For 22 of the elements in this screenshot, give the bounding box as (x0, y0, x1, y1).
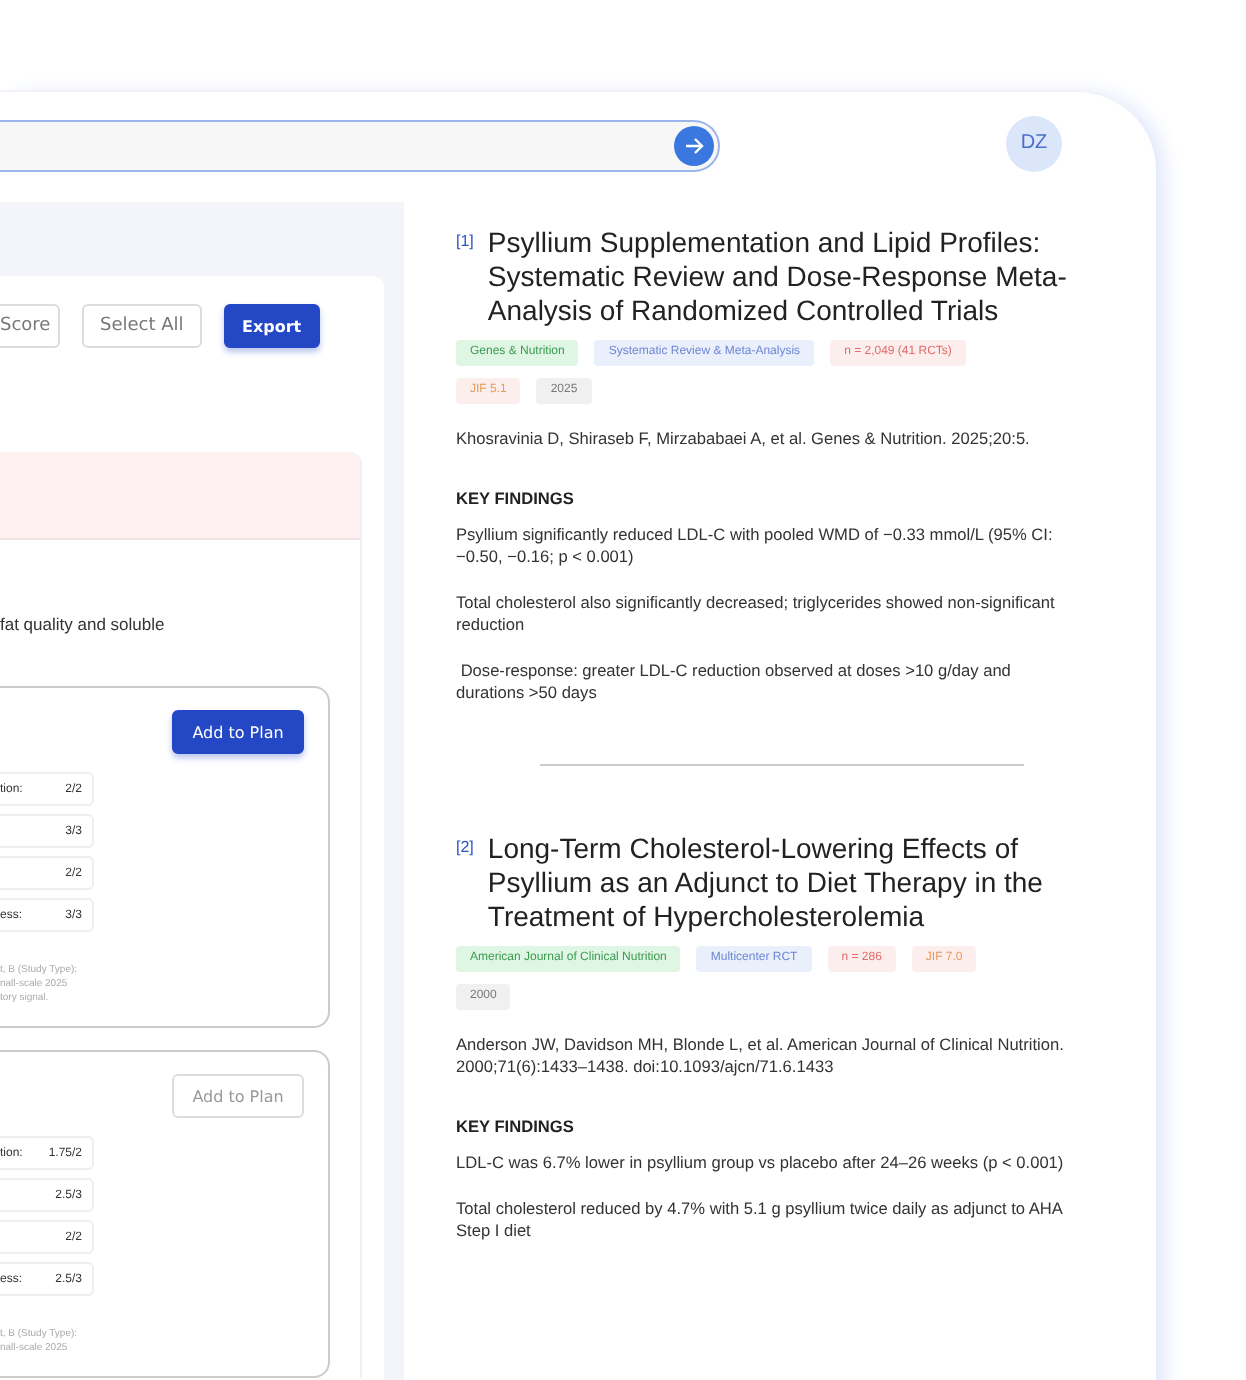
toolbar-button[interactable]: Select All (82, 304, 202, 348)
finding-text: Psyllium significantly reduced LDL-C with pooled WMD of −0.33 mmol/L (95% CI: −0.50, −0.16; p < 0.001) (456, 524, 1055, 568)
finding-text: Total cholesterol reduced by 4.7% with 5.1 g psyllium twice daily as adjunct to AHA Step I diet (456, 1198, 1065, 1242)
finding-text: LDL-C was 6.7% lower in psyllium group vs placebo after 24–26 weeks (p < 0.001) (456, 1152, 1066, 1174)
user-avatar[interactable]: DZ (1006, 115, 1062, 171)
arrow-right-icon (684, 135, 704, 155)
paper-title[interactable]: Psyllium Supplementation and Lipid Profiles: Systematic Review and Dose-Response Meta-Analysis of Randomized Controlled Trials (487, 226, 1076, 328)
summary-text: fat quality and soluble (0, 614, 167, 634)
section-heading: KEY FINDINGS (456, 1116, 576, 1136)
reference-number: [2] (456, 838, 474, 856)
section-heading: KEY FINDINGS (456, 488, 576, 508)
reference-number: [1] (456, 232, 474, 250)
submit-button[interactable] (674, 125, 714, 165)
finding-text: Dose-response: greater LDL-C reduction observed at doses >10 g/day and durations >50 days (456, 660, 1013, 704)
toolbar-button[interactable]: Score (0, 304, 60, 348)
search-field[interactable] (0, 119, 720, 171)
toolbar-button[interactable]: Export (223, 304, 320, 348)
citation: Anderson JW, Davidson MH, Blonde L, et al. American Journal of Clinical Nutrition. 2000;71(6):1433–1438. doi:10.1093/ajcn/71.6.1433 (456, 1034, 1066, 1078)
add-to-plan-button[interactable]: Add to Plan (172, 710, 304, 754)
paper-title[interactable]: Long-Term Cholesterol-Lowering Effects of Psyllium as an Adjunct to Diet Therapy in the Treatment of Hypercholesterolemia (487, 832, 1076, 934)
finding-text: Total cholesterol also significantly decreased; triglycerides showed non-significant reduction (456, 592, 1057, 636)
citation: Khosravinia D, Shiraseb F, Mirzababaei A, et al. Genes & Nutrition. 2025;20:5. (456, 428, 1032, 450)
